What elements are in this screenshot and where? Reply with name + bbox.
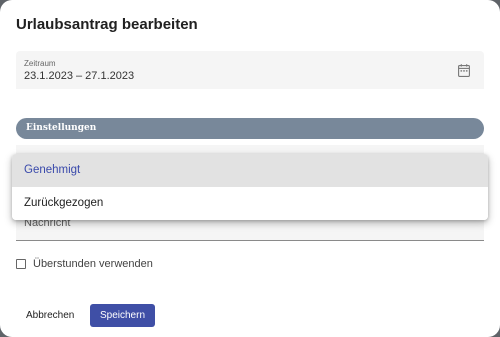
status-option-approved[interactable]: Genehmigt bbox=[12, 154, 488, 187]
settings-label: Einstellungen bbox=[26, 123, 97, 133]
settings-section-header[interactable]: Einstellungen bbox=[16, 118, 484, 139]
period-field[interactable]: Zeitraum 23.1.2023 – 27.1.2023 bbox=[16, 51, 484, 89]
overtime-checkbox[interactable] bbox=[16, 259, 26, 269]
period-value: 23.1.2023 – 27.1.2023 bbox=[24, 70, 135, 82]
status-option-withdrawn[interactable]: Zurückgezogen bbox=[12, 187, 488, 220]
save-button[interactable]: Speichern bbox=[90, 304, 155, 327]
edit-vacation-dialog: Urlaubsantrag bearbeiten Zeitraum 23.1.2… bbox=[0, 0, 500, 337]
status-dropdown-menu: Genehmigt Zurückgezogen bbox=[12, 154, 488, 220]
period-label: Zeitraum bbox=[24, 59, 56, 68]
dialog-title: Urlaubsantrag bearbeiten bbox=[16, 16, 198, 33]
cancel-button[interactable]: Abbrechen bbox=[18, 305, 82, 327]
calendar-icon[interactable] bbox=[458, 64, 470, 77]
overtime-label: Überstunden verwenden bbox=[33, 258, 153, 270]
